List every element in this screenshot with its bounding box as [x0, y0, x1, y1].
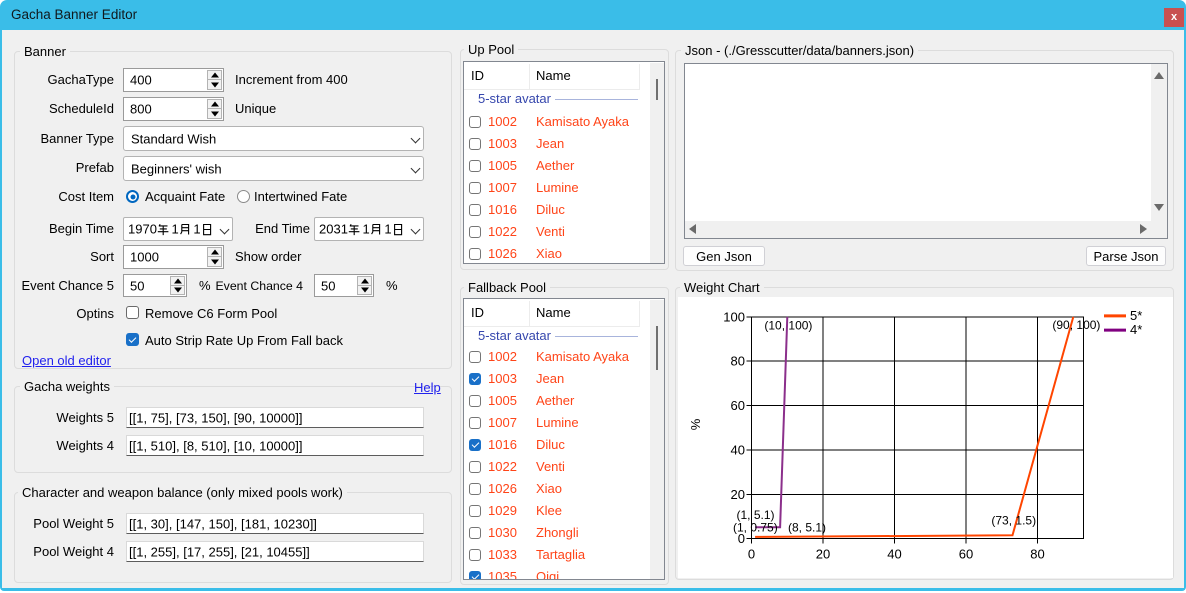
svg-text:(1, 0.75): (1, 0.75) [733, 520, 778, 534]
svg-text:20: 20 [816, 547, 830, 562]
svg-text:80: 80 [1030, 547, 1044, 562]
svg-text:5*: 5* [1130, 308, 1142, 323]
svg-text:0: 0 [748, 547, 755, 562]
svg-text:(8, 5.1): (8, 5.1) [788, 521, 826, 535]
svg-text:80: 80 [731, 354, 745, 369]
svg-text:%: % [688, 418, 703, 430]
svg-text:40: 40 [731, 443, 745, 458]
svg-text:(73, 1.5): (73, 1.5) [991, 513, 1036, 527]
svg-text:100: 100 [723, 309, 745, 324]
svg-text:60: 60 [959, 547, 973, 562]
svg-text:(10, 100): (10, 100) [764, 319, 812, 333]
svg-text:60: 60 [731, 398, 745, 413]
svg-text:4*: 4* [1130, 322, 1142, 337]
svg-text:20: 20 [731, 487, 745, 502]
svg-text:(90, 100): (90, 100) [1052, 318, 1100, 332]
svg-text:40: 40 [887, 547, 901, 562]
